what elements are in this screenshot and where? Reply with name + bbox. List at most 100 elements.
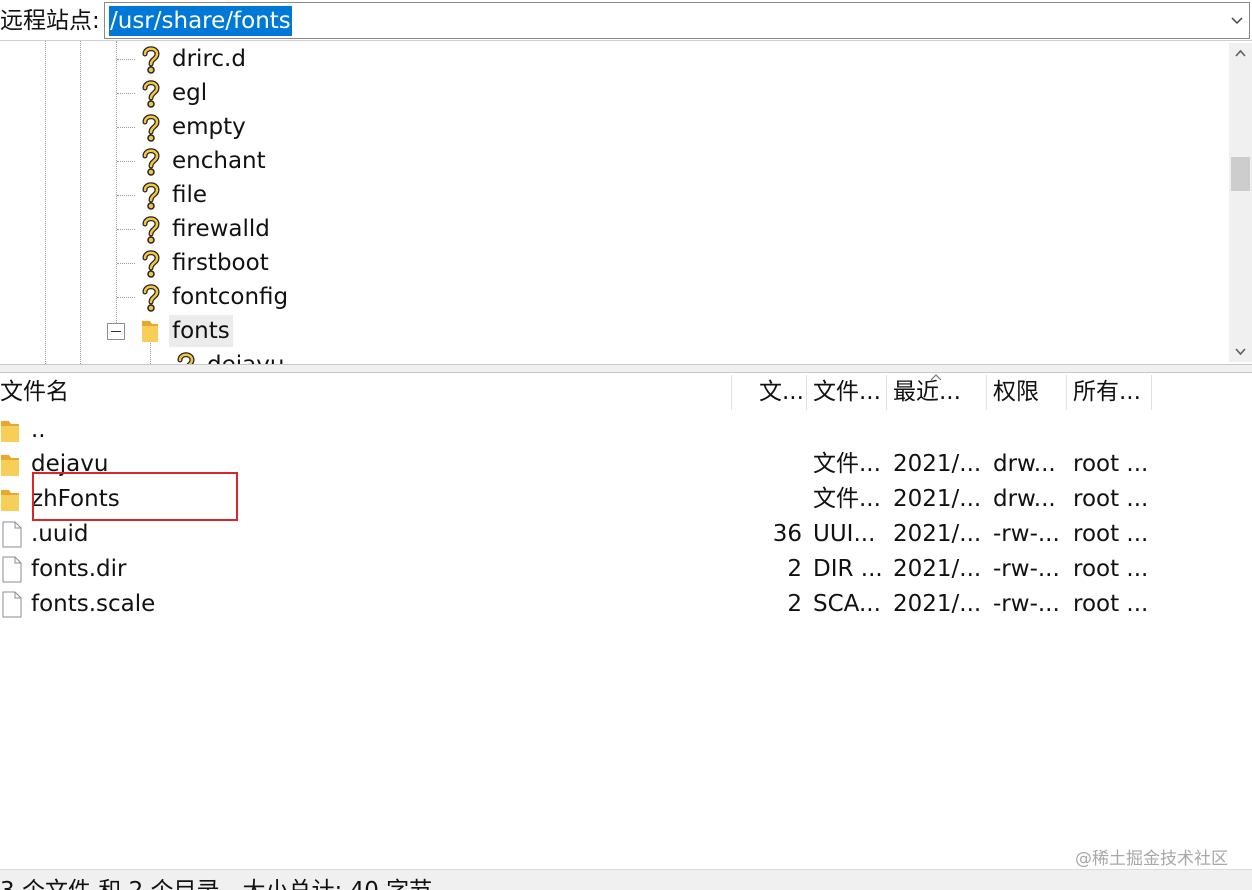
file-row-parent[interactable]: .. — [0, 413, 1252, 448]
question-mark-icon — [177, 352, 195, 364]
file-row-fonts-scale[interactable]: fonts.scale 2 SCA... 2021/... -rw-... ro… — [0, 587, 1252, 622]
column-header-permissions[interactable]: 权限 — [993, 373, 1063, 412]
tree-connector — [117, 93, 135, 94]
folder-icon — [1, 421, 19, 442]
file-type: DIR ... — [813, 556, 883, 582]
column-divider[interactable] — [1151, 375, 1152, 410]
tree-connector — [117, 59, 135, 60]
tree-scrollbar[interactable] — [1229, 43, 1252, 362]
directory-tree: drirc.d egl empty enchant file firewalld… — [0, 41, 1252, 364]
column-divider[interactable] — [986, 375, 987, 410]
file-size: 2 — [787, 556, 802, 582]
tree-connector — [117, 195, 135, 196]
column-header-size[interactable]: 文... — [759, 373, 804, 412]
file-owner: root ... — [1073, 486, 1149, 512]
tree-item-file[interactable]: file — [0, 178, 1228, 212]
question-mark-icon — [142, 80, 160, 108]
column-divider[interactable] — [1066, 375, 1067, 410]
file-permissions: -rw-... — [993, 591, 1060, 617]
question-mark-icon — [142, 284, 160, 312]
scrollbar-thumb[interactable] — [1231, 157, 1250, 191]
chevron-down-icon[interactable] — [1227, 9, 1247, 33]
file-modified: 2021/... — [893, 521, 982, 547]
file-type: 文件... — [813, 486, 881, 512]
column-divider[interactable] — [806, 375, 807, 410]
file-name: .uuid — [31, 521, 89, 547]
file-modified: 2021/... — [893, 556, 982, 582]
watermark: @稀土掘金技术社区 — [1075, 849, 1228, 869]
tree-item-drirc-d[interactable]: drirc.d — [0, 42, 1228, 76]
file-name: fonts.scale — [31, 591, 156, 617]
annotation-highlight-box — [32, 472, 238, 521]
tree-item-label: drirc.d — [172, 46, 246, 72]
scroll-down-icon[interactable] — [1229, 340, 1252, 362]
file-icon — [2, 556, 22, 583]
column-header-filename[interactable]: 文件名 — [0, 373, 700, 412]
file-modified: 2021/... — [893, 591, 982, 617]
collapse-toggle[interactable] — [107, 323, 125, 340]
remote-site-label: 远程站点: — [0, 8, 100, 34]
file-owner: root ... — [1073, 556, 1149, 582]
file-permissions: -rw-... — [993, 521, 1060, 547]
tree-item-label: fonts — [169, 315, 233, 347]
tree-item-label: egl — [172, 80, 208, 106]
question-mark-icon — [142, 148, 160, 176]
file-owner: root ... — [1073, 521, 1149, 547]
file-permissions: -rw-... — [993, 556, 1060, 582]
tree-connector — [117, 229, 135, 230]
file-icon — [2, 521, 22, 548]
tree-item-label: firstboot — [172, 250, 269, 276]
question-mark-icon — [142, 216, 160, 244]
remote-path-input[interactable]: /usr/share/fonts — [104, 2, 1250, 39]
tree-item-firewalld[interactable]: firewalld — [0, 212, 1228, 246]
question-mark-icon — [142, 182, 160, 210]
file-name: .. — [31, 417, 46, 443]
status-text: 3 个文件 和 2 个目录。大小总计: 40 字节 — [0, 876, 432, 890]
column-header-type[interactable]: 文件... — [813, 373, 883, 412]
file-type: 文件... — [813, 451, 881, 477]
tree-connector — [117, 297, 135, 298]
tree-item-label: firewalld — [172, 216, 270, 242]
file-owner: root ... — [1073, 451, 1149, 477]
tree-item-label: fontconfig — [172, 284, 289, 310]
file-icon — [2, 591, 22, 618]
file-size: 36 — [772, 521, 802, 547]
tree-item-egl[interactable]: egl — [0, 76, 1228, 110]
file-permissions: drw... — [993, 451, 1056, 477]
question-mark-icon — [142, 114, 160, 142]
tree-connector — [117, 161, 135, 162]
folder-icon — [142, 321, 158, 342]
scroll-up-icon[interactable] — [1229, 43, 1252, 65]
question-mark-icon — [142, 250, 160, 278]
question-mark-icon — [142, 46, 160, 74]
file-owner: root ... — [1073, 591, 1149, 617]
tree-connector — [117, 127, 135, 128]
tree-item-dejavu[interactable]: dejavu — [0, 348, 1228, 364]
remote-site-bar: 远程站点: /usr/share/fonts — [0, 0, 1252, 41]
file-size: 2 — [787, 591, 802, 617]
file-name: fonts.dir — [31, 556, 127, 582]
file-list-header: 文件名 文... 文件... 最近... 权限 所有... — [0, 373, 1252, 412]
tree-item-label: empty — [172, 114, 246, 140]
pane-splitter[interactable] — [0, 364, 1252, 373]
tree-item-fonts[interactable]: fonts — [0, 314, 1228, 348]
file-modified: 2021/... — [893, 451, 982, 477]
file-modified: 2021/... — [893, 486, 982, 512]
tree-item-firstboot[interactable]: firstboot — [0, 246, 1228, 280]
tree-item-fontconfig[interactable]: fontconfig — [0, 280, 1228, 314]
tree-item-label: dejavu — [207, 349, 284, 364]
column-divider[interactable] — [731, 375, 732, 410]
tree-item-empty[interactable]: empty — [0, 110, 1228, 144]
file-row-uuid[interactable]: .uuid 36 UUI... 2021/... -rw-... root ..… — [0, 517, 1252, 552]
tree-item-label: file — [172, 182, 208, 208]
column-header-owner[interactable]: 所有... — [1073, 373, 1149, 412]
column-divider[interactable] — [886, 375, 887, 410]
tree-item-label: enchant — [172, 148, 266, 174]
file-row-fonts-dir[interactable]: fonts.dir 2 DIR ... 2021/... -rw-... roo… — [0, 552, 1252, 587]
remote-path-value[interactable]: /usr/share/fonts — [109, 6, 292, 36]
sort-ascending-icon — [930, 374, 942, 381]
folder-icon — [1, 455, 19, 476]
tree-item-enchant[interactable]: enchant — [0, 144, 1228, 178]
file-type: UUI... — [813, 521, 876, 547]
status-bar: 3 个文件 和 2 个目录。大小总计: 40 字节 — [0, 869, 1252, 890]
